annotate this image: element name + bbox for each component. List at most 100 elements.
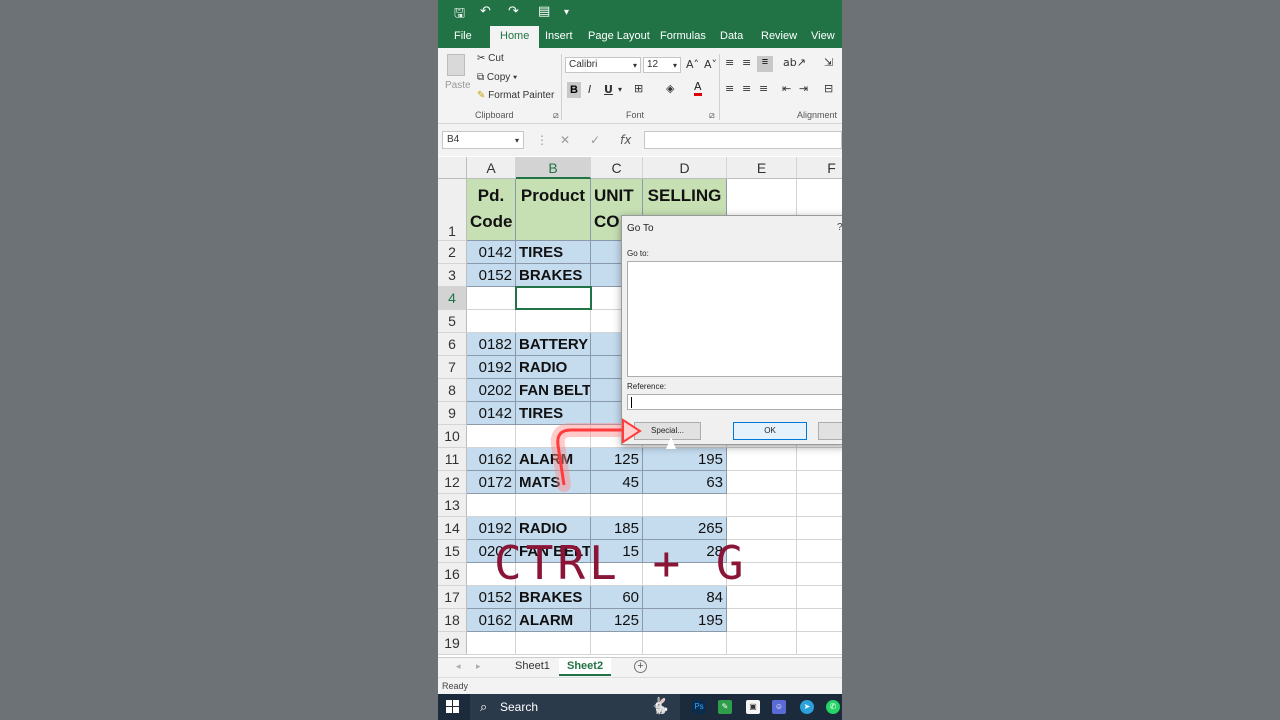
table-cell[interactable]: 0182 <box>467 333 516 356</box>
table-cell[interactable]: 45 <box>591 471 643 494</box>
row-header[interactable]: 15 <box>438 540 467 563</box>
table-cell[interactable]: ALARM <box>516 609 591 632</box>
cut-button[interactable]: ✂ Cut <box>477 53 504 64</box>
table-cell[interactable]: 0142 <box>467 241 516 264</box>
tab-data[interactable]: Data <box>720 30 743 42</box>
save-icon[interactable]: 🖫 <box>454 4 465 26</box>
tab-formulas[interactable]: Formulas <box>660 30 706 42</box>
fill-color-icon[interactable]: ◈ <box>666 82 674 95</box>
header-cell[interactable]: Pd. Code <box>467 179 516 241</box>
grid-cell[interactable] <box>797 448 842 471</box>
ok-button[interactable]: OK <box>733 422 807 440</box>
wrap-text-icon[interactable]: ⇲ <box>824 56 833 69</box>
row-header[interactable]: 4 <box>438 287 467 310</box>
taskbar-search[interactable]: ⌕ Search <box>470 694 680 720</box>
grid-cell[interactable] <box>727 609 797 632</box>
align-top-icon[interactable]: ≡ <box>725 56 734 69</box>
table-cell[interactable]: 0152 <box>467 264 516 287</box>
format-painter-button[interactable]: ✎ Format Painter <box>477 90 554 101</box>
row-header[interactable]: 6 <box>438 333 467 356</box>
row-header[interactable]: 17 <box>438 586 467 609</box>
app-icon[interactable]: ▣ <box>746 700 760 714</box>
table-cell[interactable]: 63 <box>643 471 727 494</box>
row-header[interactable]: 2 <box>438 241 467 264</box>
column-header-d[interactable]: D <box>643 157 727 179</box>
header-cell[interactable]: Product <box>516 179 591 241</box>
telegram-icon[interactable]: ➤ <box>800 700 814 714</box>
more-icon[interactable]: ▾ <box>564 7 569 18</box>
redo-icon[interactable]: ↷ <box>508 4 519 19</box>
table-cell[interactable]: 0162 <box>467 448 516 471</box>
underline-dropdown-icon[interactable]: ▾ <box>618 85 622 94</box>
sheet-tab-sheet1[interactable]: Sheet1 <box>507 658 558 676</box>
name-box[interactable]: B4 ▾ <box>442 131 524 149</box>
grid-cell[interactable] <box>797 609 842 632</box>
row-header[interactable]: 8 <box>438 379 467 402</box>
table-cell[interactable]: RADIO <box>516 356 591 379</box>
table-cell[interactable] <box>467 425 516 448</box>
row-header[interactable]: 12 <box>438 471 467 494</box>
grid-cell[interactable] <box>797 471 842 494</box>
reference-input[interactable] <box>627 394 842 410</box>
table-cell[interactable]: 195 <box>643 609 727 632</box>
row-header[interactable]: 1 <box>438 179 467 241</box>
enter-icon[interactable]: ✓ <box>590 133 600 147</box>
whatsapp-icon[interactable]: ✆ <box>826 700 840 714</box>
table-cell[interactable] <box>516 494 591 517</box>
table-cell[interactable]: 0172 <box>467 471 516 494</box>
table-cell[interactable] <box>643 494 727 517</box>
align-right-icon[interactable]: ≡ <box>759 82 768 95</box>
photoshop-icon[interactable]: Ps <box>692 700 706 714</box>
table-cell[interactable]: 195 <box>643 448 727 471</box>
paste-icon[interactable] <box>447 54 465 76</box>
table-cell[interactable]: BATTERY <box>516 333 591 356</box>
bold-button[interactable]: B <box>567 82 581 98</box>
tab-page-layout[interactable]: Page Layout <box>588 30 650 42</box>
table-cell[interactable]: BRAKES <box>516 264 591 287</box>
table-cell[interactable] <box>591 632 643 655</box>
increase-indent-icon[interactable]: ⇥ <box>799 82 808 95</box>
cancel-button[interactable] <box>818 422 842 440</box>
grow-font-icon[interactable]: A˄ <box>686 58 699 71</box>
font-name-select[interactable]: Calibri ▾ <box>565 57 641 73</box>
help-button[interactable]: ? <box>837 222 842 233</box>
shrink-font-icon[interactable]: A˅ <box>704 58 717 71</box>
tab-insert[interactable]: Insert <box>545 30 573 42</box>
align-left-icon[interactable]: ≡ <box>725 82 734 95</box>
table-cell[interactable] <box>467 494 516 517</box>
clipboard-launcher-icon[interactable]: ⧄ <box>553 110 559 121</box>
grid-cell[interactable] <box>797 632 842 655</box>
italic-button[interactable]: I <box>588 83 591 96</box>
chat-icon[interactable]: ☺ <box>772 700 786 714</box>
table-cell[interactable] <box>643 632 727 655</box>
orientation-icon[interactable]: ab↗ <box>783 56 806 69</box>
font-size-select[interactable]: 12 ▾ <box>643 57 681 73</box>
table-cell[interactable] <box>467 632 516 655</box>
undo-icon[interactable]: ↶ <box>480 4 491 19</box>
scroll-right-icon[interactable]: ▸ <box>476 661 481 672</box>
table-cell[interactable] <box>516 632 591 655</box>
scroll-left-icon[interactable]: ◂ <box>456 661 461 672</box>
row-header[interactable]: 16 <box>438 563 467 586</box>
row-header[interactable]: 11 <box>438 448 467 471</box>
grid-cell[interactable] <box>797 540 842 563</box>
column-header-b[interactable]: B <box>516 157 591 179</box>
column-header-f[interactable]: F <box>797 157 842 179</box>
table-cell[interactable] <box>467 287 516 310</box>
notes-icon[interactable]: ✎ <box>718 700 732 714</box>
font-color-icon[interactable]: A <box>694 81 702 96</box>
column-header-e[interactable]: E <box>727 157 797 179</box>
decrease-indent-icon[interactable]: ⇤ <box>782 82 791 95</box>
table-cell[interactable]: 0162 <box>467 609 516 632</box>
borders-icon[interactable]: ⊞ <box>634 82 643 95</box>
table-cell[interactable]: TIRES <box>516 241 591 264</box>
row-header[interactable]: 13 <box>438 494 467 517</box>
row-header[interactable]: 3 <box>438 264 467 287</box>
align-center-icon[interactable]: ≡ <box>742 82 751 95</box>
grid-cell[interactable] <box>797 517 842 540</box>
grid-cell[interactable] <box>727 494 797 517</box>
row-header[interactable]: 9 <box>438 402 467 425</box>
grid-cell[interactable] <box>727 448 797 471</box>
table-cell[interactable]: 0192 <box>467 356 516 379</box>
grid-cell[interactable] <box>797 563 842 586</box>
